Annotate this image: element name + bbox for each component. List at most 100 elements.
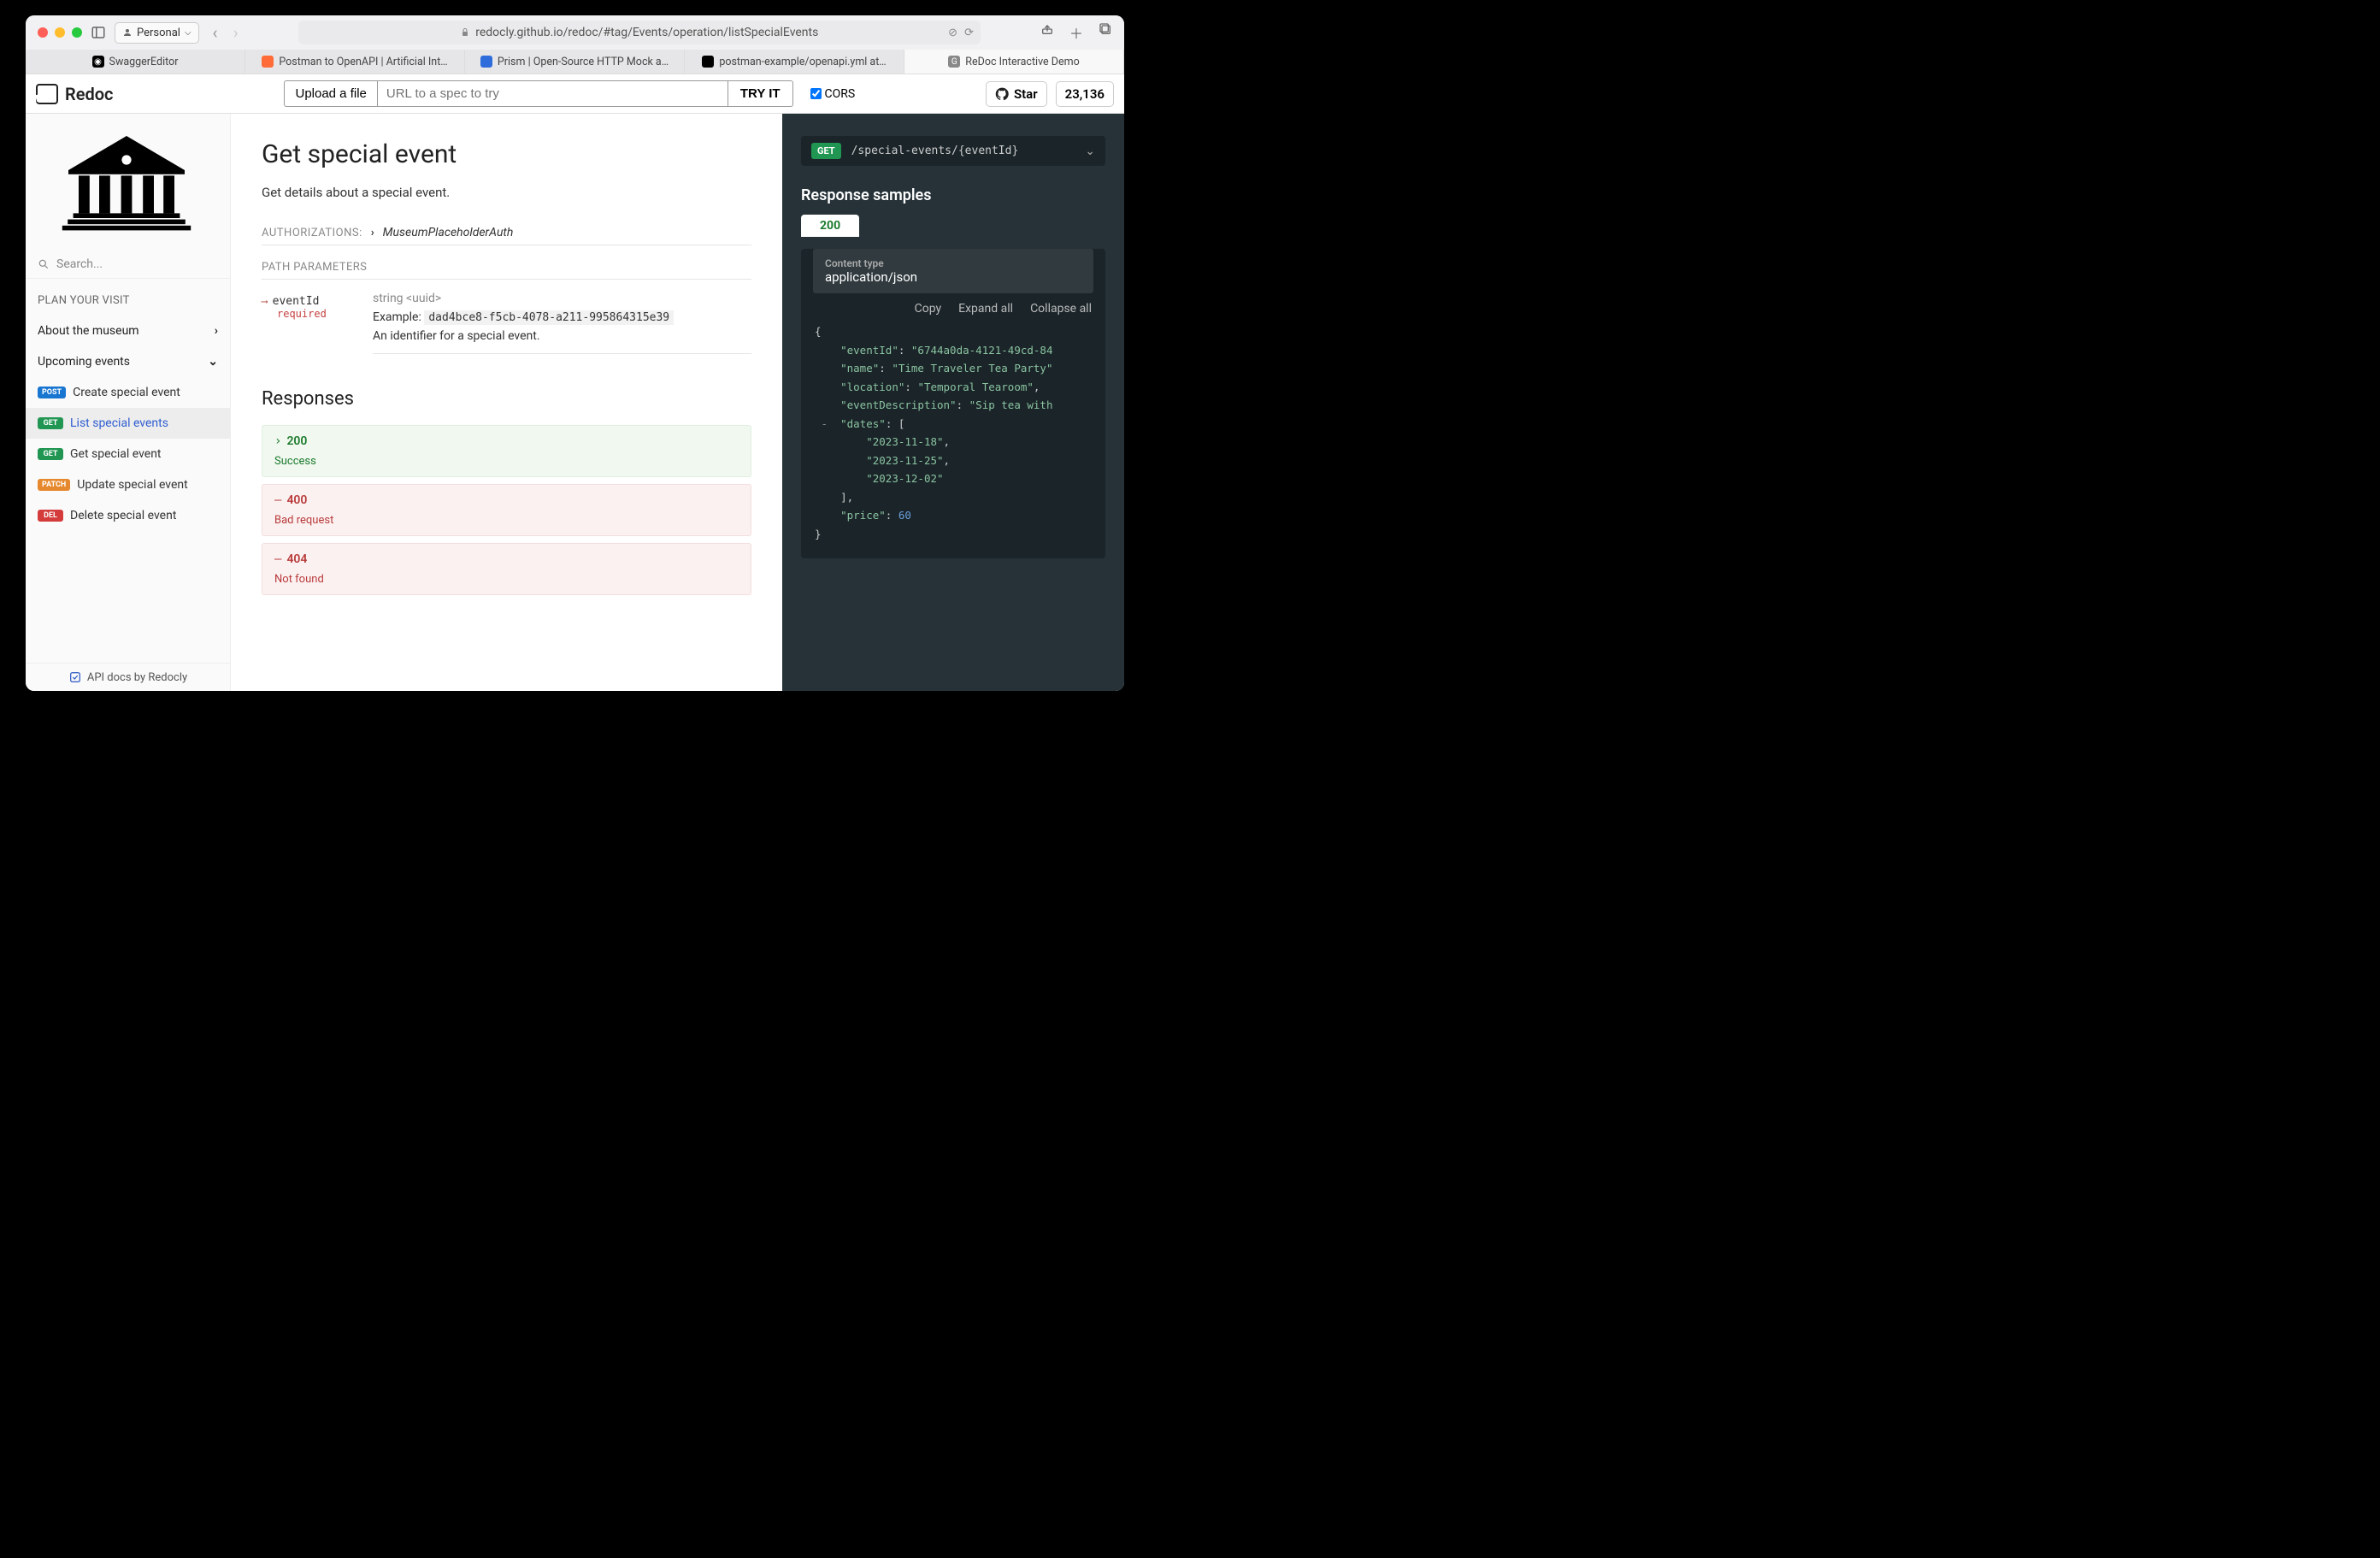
star-label: Star	[1014, 86, 1038, 102]
operation-label: Update special event	[77, 478, 187, 492]
brand-text: Redoc	[65, 84, 113, 104]
back-button[interactable]: ‹	[213, 22, 218, 43]
favicon-icon	[702, 56, 714, 68]
favicon-icon	[262, 56, 274, 68]
sidebar-nav-item[interactable]: About the museum›	[26, 316, 230, 346]
close-icon[interactable]	[38, 27, 48, 38]
redoc-logo: Redoc	[36, 84, 113, 104]
share-icon[interactable]	[1040, 22, 1054, 43]
response-code: 400	[286, 493, 307, 507]
response-row[interactable]: —404Not found	[262, 543, 751, 595]
url-text: redocly.github.io/redoc/#tag/Events/oper…	[475, 26, 818, 39]
param-row-eventid: ⟶eventId required string <uuid> Example:…	[262, 292, 751, 354]
tab-title: postman-example/openapi.yml at…	[719, 56, 886, 68]
tab-strip: ◉ SwaggerEditor Postman to OpenAPI | Artif…	[26, 50, 1124, 74]
sidebar-toggle-icon[interactable]	[91, 25, 106, 40]
example-label: Example:	[373, 310, 421, 324]
title-bar: Personal ⌵ ‹ › redocly.github.io/redoc/#…	[26, 15, 1124, 50]
redoc-logo-icon	[36, 84, 58, 104]
url-bar[interactable]: redocly.github.io/redoc/#tag/Events/oper…	[298, 21, 981, 44]
github-icon	[995, 87, 1009, 101]
tab-title: SwaggerEditor	[109, 56, 179, 68]
sidebar-operation-item[interactable]: GETGet special event	[26, 439, 230, 469]
new-tab-icon[interactable]: ＋	[1069, 22, 1083, 43]
method-badge: GET	[38, 417, 63, 429]
github-star-button[interactable]: Star	[986, 81, 1047, 107]
content-type-value: application/json	[825, 269, 1081, 285]
browser-tab[interactable]: GReDoc Interactive Demo	[904, 50, 1124, 74]
json-body: { "eventId": "6744a0da-4121-49cd-84 "nam…	[801, 321, 1105, 558]
response-row[interactable]: —400Bad request	[262, 484, 751, 536]
response-code: 200	[286, 434, 307, 448]
sidebar-nav-item[interactable]: Upcoming events⌄	[26, 346, 230, 377]
traffic-lights	[38, 27, 82, 38]
content-type-label: Content type	[825, 257, 1081, 269]
favicon-icon: ◉	[92, 56, 104, 68]
spec-url-input[interactable]	[378, 80, 728, 107]
tab-title: Postman to OpenAPI | Artificial Int…	[279, 56, 447, 68]
chevron-icon: ›	[215, 324, 218, 338]
cors-checkbox[interactable]	[810, 88, 822, 99]
zoom-icon[interactable]	[72, 27, 82, 38]
toggle-icon: ›	[274, 434, 281, 448]
tab-title: ReDoc Interactive Demo	[965, 56, 1079, 68]
tabs-icon[interactable]	[1099, 22, 1112, 43]
json-action-expand-all[interactable]: Expand all	[958, 302, 1013, 316]
footer-attribution[interactable]: API docs by Redocly	[26, 663, 230, 691]
json-action-collapse-all[interactable]: Collapse all	[1030, 302, 1092, 316]
chevron-down-icon: ⌄	[1085, 145, 1095, 158]
operation-label: Create special event	[73, 386, 180, 399]
search-placeholder: Search...	[56, 257, 103, 271]
cors-label: CORS	[825, 87, 856, 101]
profile-button[interactable]: Personal ⌵	[115, 22, 199, 44]
operation-label: Delete special event	[70, 509, 176, 522]
footer-text: API docs by Redocly	[87, 671, 187, 684]
browser-tab[interactable]: Postman to OpenAPI | Artificial Int…	[245, 50, 465, 74]
sidebar-operation-item[interactable]: POSTCreate special event	[26, 377, 230, 408]
auth-value: MuseumPlaceholderAuth	[383, 226, 514, 239]
authorizations-row[interactable]: AUTHORIZATIONS: › MuseumPlaceholderAuth	[262, 226, 751, 245]
samples-panel: GET /special-events/{eventId} ⌄ Response…	[782, 114, 1124, 691]
reader-icon[interactable]: ⊘	[948, 27, 957, 39]
cors-toggle[interactable]: CORS	[810, 87, 856, 101]
upload-file-button[interactable]: Upload a file	[284, 80, 377, 107]
param-format: <uuid>	[406, 292, 441, 305]
method-badge: GET	[811, 143, 841, 159]
chevron-icon: ⌄	[208, 355, 218, 369]
reload-icon[interactable]: ⟳	[964, 27, 974, 39]
minimize-icon[interactable]	[55, 27, 65, 38]
example-value: dad4bce8-f5cb-4078-a211-995864315e39	[424, 310, 674, 325]
param-arrow-icon: ⟶	[262, 296, 268, 307]
method-badge: PATCH	[38, 479, 70, 491]
response-row[interactable]: ›200Success	[262, 425, 751, 477]
endpoint-summary[interactable]: GET /special-events/{eventId} ⌄	[801, 136, 1105, 166]
sidebar-operation-item[interactable]: DEL Delete special event	[26, 500, 230, 531]
json-action-copy[interactable]: Copy	[915, 302, 942, 316]
response-tab-200[interactable]: 200	[801, 215, 859, 237]
browser-chrome: Personal ⌵ ‹ › redocly.github.io/redoc/#…	[26, 15, 1124, 74]
response-code: 404	[286, 552, 307, 566]
auth-label: AUTHORIZATIONS:	[262, 227, 362, 239]
content-type-selector[interactable]: Content type application/json	[813, 249, 1093, 293]
sidebar: Search... PLAN YOUR VISIT About the muse…	[26, 114, 231, 691]
browser-tab[interactable]: postman-example/openapi.yml at…	[685, 50, 904, 74]
response-message: Not found	[274, 573, 739, 586]
try-it-button[interactable]: TRY IT	[728, 80, 793, 107]
browser-tab[interactable]: Prism | Open-Source HTTP Mock a…	[465, 50, 685, 74]
sidebar-section-title: PLAN YOUR VISIT	[26, 279, 230, 316]
sidebar-operation-item[interactable]: PATCH Update special event	[26, 469, 230, 500]
chevron-down-icon: ⌵	[185, 28, 191, 38]
forward-button[interactable]: ›	[233, 22, 239, 43]
operation-label: Get special event	[70, 447, 162, 461]
search-input[interactable]: Search...	[26, 251, 230, 279]
tab-title: Prism | Open-Source HTTP Mock a…	[498, 56, 669, 68]
operation-label: List special events	[70, 416, 168, 430]
browser-tab[interactable]: ◉ SwaggerEditor	[26, 50, 245, 74]
star-count: 23,136	[1056, 81, 1114, 107]
chevron-right-icon: ›	[371, 227, 374, 239]
doc-panel: Get special event Get details about a sp…	[231, 114, 782, 691]
content-area: Search... PLAN YOUR VISIT About the muse…	[26, 114, 1124, 691]
favicon-icon	[480, 56, 492, 68]
method-badge: DEL	[38, 510, 63, 522]
sidebar-operation-item[interactable]: GET List special events	[26, 408, 230, 439]
